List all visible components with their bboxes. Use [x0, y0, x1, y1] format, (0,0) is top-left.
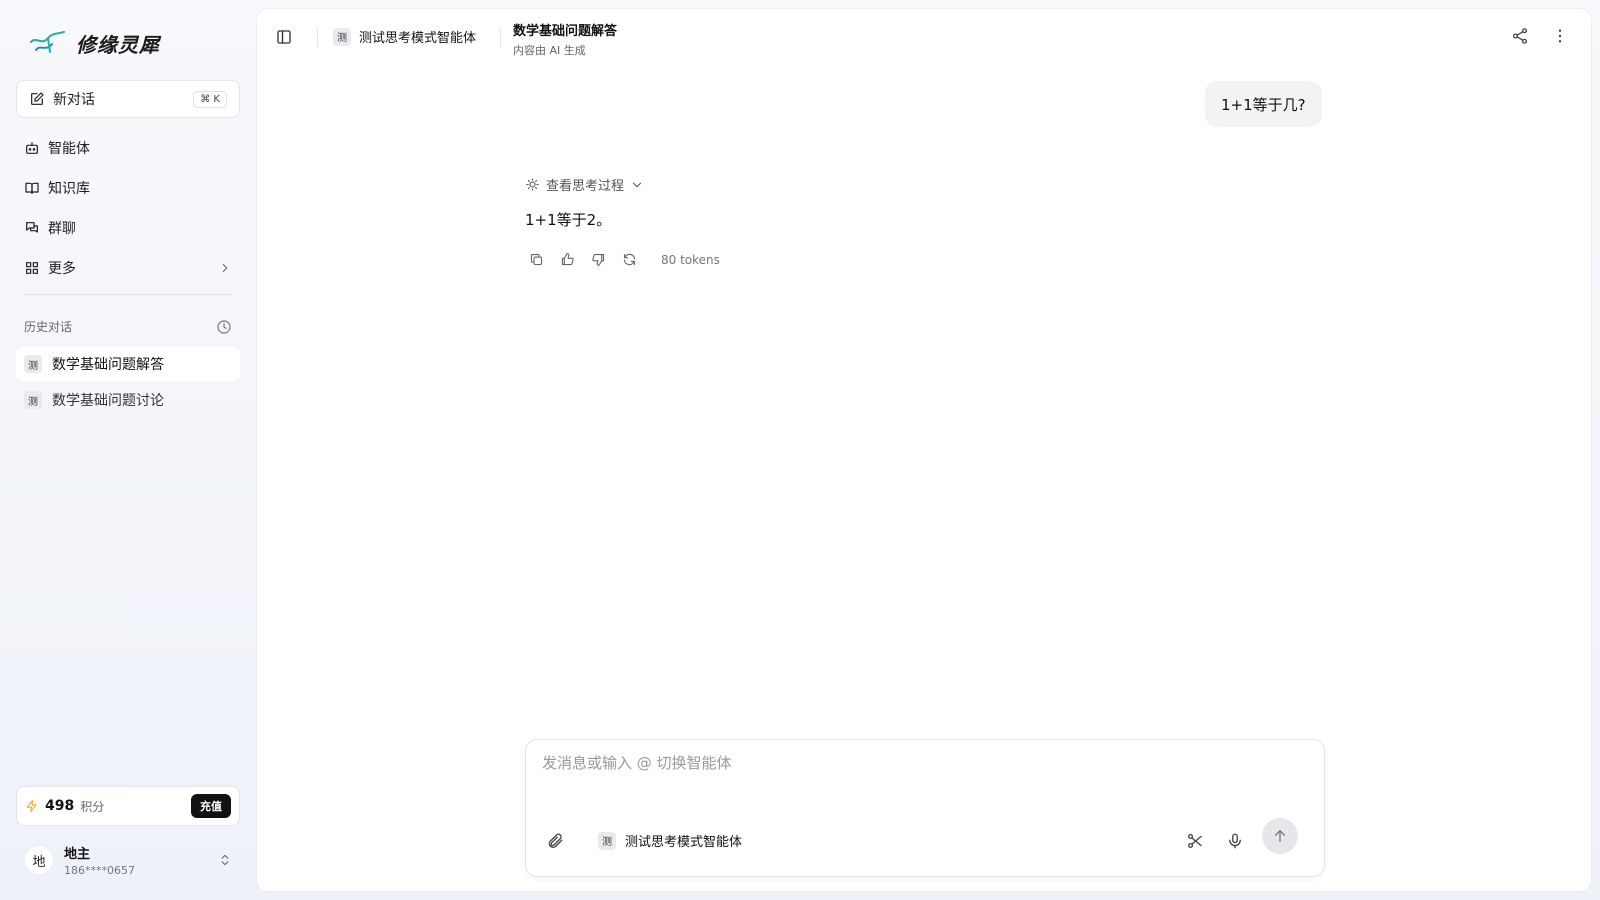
sidebar-item-more[interactable]: 更多 [16, 248, 240, 288]
recharge-button[interactable]: 充值 [191, 794, 231, 818]
topbar: 测 测试思考模式智能体 数学基础问题解答 内容由 AI 生成 [257, 9, 1591, 65]
send-button[interactable] [1262, 818, 1298, 854]
agent-badge: 测 [24, 391, 42, 409]
history-item-title: 数学基础问题讨论 [52, 393, 164, 409]
chevron-down-icon [630, 178, 644, 192]
assistant-answer: 1+1等于2。 [525, 211, 612, 229]
scissors-icon[interactable] [1186, 832, 1204, 850]
new-chat-label: 新对话 [53, 92, 95, 108]
user-phone: 186****0657 [64, 864, 135, 877]
arrow-up-icon [1271, 827, 1289, 845]
main-panel: 测 测试思考模式智能体 数学基础问题解答 内容由 AI 生成 1+1等于几? 查… [256, 8, 1592, 892]
bolt-icon [25, 799, 39, 813]
header-divider [317, 29, 318, 47]
composer-agent-name: 测试思考模式智能体 [625, 835, 743, 850]
thumbs-up-icon[interactable] [560, 252, 575, 267]
logo-text: 修缘灵犀 [76, 32, 160, 57]
more-vertical-icon[interactable] [1551, 27, 1569, 45]
agent-badge: 测 [598, 831, 616, 850]
agent-name: 测试思考模式智能体 [359, 31, 477, 46]
credits-unit: 积分 [80, 799, 105, 814]
user-message: 1+1等于几? [1205, 81, 1322, 127]
sidebar-item-knowledge[interactable]: 知识库 [16, 168, 240, 208]
sidebar-item-label: 群聊 [48, 221, 76, 237]
credits-card: 498 积分 充值 [16, 786, 240, 826]
composer-agent-selector[interactable]: 测 测试思考模式智能体 [598, 831, 742, 850]
history-item[interactable]: 测 数学基础问题讨论 [16, 383, 240, 417]
sidebar-nav: 智能体 知识库 群聊 更多 [16, 128, 240, 288]
history-item-active[interactable]: 测 数学基础问题解答 [16, 347, 240, 381]
chat-bubbles-icon [24, 220, 40, 236]
chevron-right-icon [218, 261, 232, 275]
token-count: 80 tokens [661, 252, 720, 267]
edit-icon [29, 91, 45, 107]
sidebar: 修缘灵犀 新对话 ⌘ K 智能体 知识库 群聊 更多 历史对话 测 数学基础问题… [0, 0, 256, 900]
conversation-subtitle: 内容由 AI 生成 [513, 44, 586, 57]
new-chat-button[interactable]: 新对话 ⌘ K [16, 80, 240, 118]
paperclip-icon[interactable] [546, 832, 564, 850]
lightbulb-icon [525, 177, 540, 192]
history-title: 历史对话 [24, 320, 73, 334]
share-icon[interactable] [1511, 27, 1529, 45]
agent-badge: 测 [333, 27, 351, 46]
history-header: 历史对话 [24, 318, 232, 335]
header-agent[interactable]: 测 测试思考模式智能体 [333, 27, 476, 46]
credits-value: 498 [45, 798, 75, 814]
app-logo[interactable]: 修缘灵犀 [28, 28, 160, 58]
user-name: 地主 [64, 847, 91, 862]
logo-icon [28, 28, 68, 58]
message-input[interactable] [542, 754, 1302, 772]
history-list: 测 数学基础问题解答 测 数学基础问题讨论 [16, 347, 240, 419]
microphone-icon[interactable] [1226, 832, 1244, 850]
sidebar-divider [24, 294, 232, 295]
sidebar-item-group-chat[interactable]: 群聊 [16, 208, 240, 248]
thumbs-down-icon[interactable] [591, 252, 606, 267]
message-composer: 测 测试思考模式智能体 [525, 739, 1325, 877]
sidebar-toggle-icon[interactable] [275, 28, 293, 46]
sidebar-item-label: 知识库 [48, 181, 90, 197]
chevron-up-down-icon [218, 853, 232, 867]
copy-icon[interactable] [529, 252, 544, 267]
avatar: 地 [24, 845, 54, 875]
grid-icon [24, 260, 40, 276]
clock-icon[interactable] [216, 319, 232, 335]
history-item-title: 数学基础问题解答 [52, 357, 164, 373]
conversation-heading: 数学基础问题解答 内容由 AI 生成 [513, 20, 617, 58]
conversation-title: 数学基础问题解答 [513, 24, 618, 39]
robot-icon [24, 140, 40, 156]
sidebar-item-label: 智能体 [48, 141, 90, 157]
book-icon [24, 180, 40, 196]
sidebar-item-label: 更多 [48, 261, 76, 277]
thinking-toggle[interactable]: 查看思考过程 [525, 175, 644, 194]
header-divider [500, 29, 501, 47]
sidebar-item-agents[interactable]: 智能体 [16, 128, 240, 168]
shortcut-badge: ⌘ K [193, 90, 227, 108]
user-info: 地主 186****0657 [64, 843, 135, 877]
thinking-label: 查看思考过程 [546, 179, 625, 194]
message-actions: 80 tokens [529, 252, 720, 267]
regenerate-icon[interactable] [622, 252, 637, 267]
agent-badge: 测 [24, 355, 42, 373]
user-profile[interactable]: 地 地主 186****0657 [24, 842, 232, 878]
